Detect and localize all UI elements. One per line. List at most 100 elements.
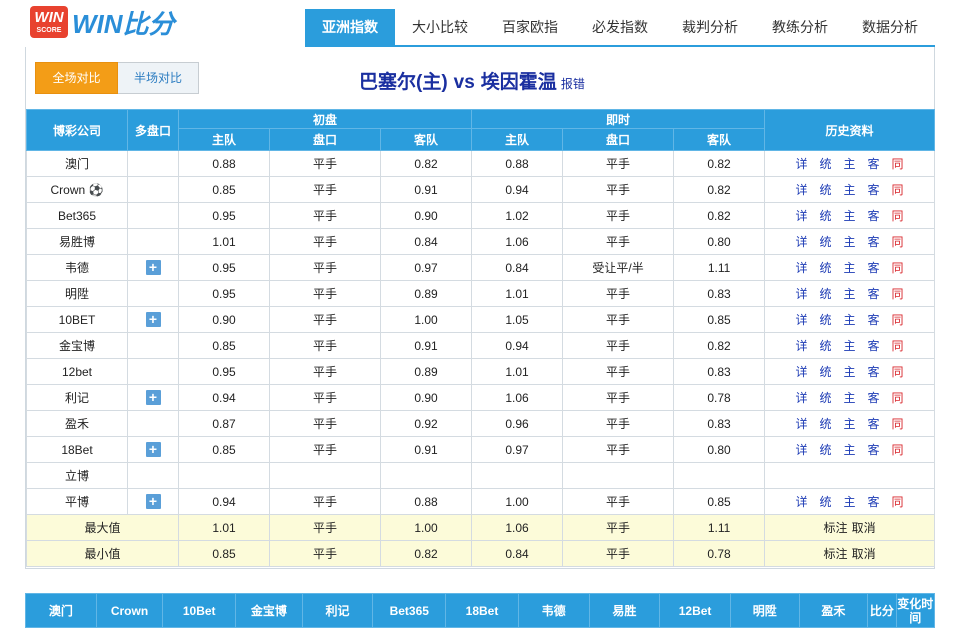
bottom-col-1[interactable]: Crown	[95, 593, 164, 628]
history-link-0[interactable]: 详	[790, 363, 814, 380]
history-link-0[interactable]: 详	[790, 441, 814, 458]
history-link-4[interactable]: 同	[886, 155, 910, 172]
history-link-1[interactable]: 统	[814, 311, 838, 328]
mark-link[interactable]: 标注	[824, 547, 848, 561]
history-link-4[interactable]: 同	[886, 233, 910, 250]
history-link-1[interactable]: 统	[814, 415, 838, 432]
history-link-3[interactable]: 客	[862, 389, 886, 406]
history-link-4[interactable]: 同	[886, 259, 910, 276]
history-link-3[interactable]: 客	[862, 363, 886, 380]
company-name[interactable]: 盈禾	[26, 410, 128, 437]
history-link-4[interactable]: 同	[886, 207, 910, 224]
history-link-4[interactable]: 同	[886, 415, 910, 432]
bottom-col-13[interactable]: 变化时间	[895, 593, 936, 628]
history-link-0[interactable]: 详	[790, 493, 814, 510]
history-link-1[interactable]: 统	[814, 155, 838, 172]
company-name[interactable]: 易胜博	[26, 228, 128, 255]
history-link-2[interactable]: 主	[838, 441, 862, 458]
history-link-2[interactable]: 主	[838, 311, 862, 328]
history-link-2[interactable]: 主	[838, 181, 862, 198]
history-link-1[interactable]: 统	[814, 181, 838, 198]
history-link-2[interactable]: 主	[838, 155, 862, 172]
company-name[interactable]: 金宝博	[26, 332, 128, 359]
history-link-1[interactable]: 统	[814, 441, 838, 458]
history-link-3[interactable]: 客	[862, 155, 886, 172]
history-link-0[interactable]: 详	[790, 233, 814, 250]
history-link-1[interactable]: 统	[814, 337, 838, 354]
bottom-col-5[interactable]: Bet365	[372, 593, 447, 628]
report-error-link[interactable]: 报错	[561, 77, 585, 91]
history-link-1[interactable]: 统	[814, 285, 838, 302]
nav-tab-1[interactable]: 大小比较	[395, 9, 485, 46]
history-link-0[interactable]: 详	[790, 389, 814, 406]
history-link-3[interactable]: 客	[862, 493, 886, 510]
history-link-2[interactable]: 主	[838, 207, 862, 224]
history-link-0[interactable]: 详	[790, 259, 814, 276]
history-link-0[interactable]: 详	[790, 415, 814, 432]
company-name[interactable]: 澳门	[26, 150, 128, 177]
history-link-1[interactable]: 统	[814, 389, 838, 406]
expand-plus-icon[interactable]: +	[145, 390, 161, 405]
history-link-0[interactable]: 详	[790, 207, 814, 224]
bottom-col-4[interactable]: 利记	[301, 593, 374, 628]
company-name[interactable]: 明陞	[26, 280, 128, 307]
cancel-link[interactable]: 取消	[852, 547, 876, 561]
history-link-0[interactable]: 详	[790, 311, 814, 328]
history-link-4[interactable]: 同	[886, 337, 910, 354]
history-link-4[interactable]: 同	[886, 389, 910, 406]
company-name[interactable]: 10BET	[26, 306, 128, 333]
company-name[interactable]: 18Bet	[26, 436, 128, 463]
history-link-4[interactable]: 同	[886, 363, 910, 380]
company-name[interactable]: 韦德	[26, 254, 128, 281]
full-match-tab[interactable]: 全场对比	[35, 62, 118, 94]
history-link-1[interactable]: 统	[814, 493, 838, 510]
history-link-1[interactable]: 统	[814, 363, 838, 380]
nav-tab-2[interactable]: 百家欧指	[485, 9, 575, 46]
history-link-3[interactable]: 客	[862, 415, 886, 432]
expand-plus-icon[interactable]: +	[145, 260, 161, 275]
history-link-3[interactable]: 客	[862, 285, 886, 302]
history-link-1[interactable]: 统	[814, 233, 838, 250]
history-link-2[interactable]: 主	[838, 415, 862, 432]
company-name[interactable]: 平博	[26, 488, 128, 515]
history-link-3[interactable]: 客	[862, 337, 886, 354]
nav-tab-6[interactable]: 数据分析	[845, 9, 935, 46]
history-link-0[interactable]: 详	[790, 337, 814, 354]
history-link-3[interactable]: 客	[862, 311, 886, 328]
nav-tab-5[interactable]: 教练分析	[755, 9, 845, 46]
bottom-col-0[interactable]: 澳门	[25, 593, 97, 628]
history-link-1[interactable]: 统	[814, 207, 838, 224]
history-link-2[interactable]: 主	[838, 259, 862, 276]
nav-tab-0[interactable]: 亚洲指数	[305, 9, 395, 46]
history-link-4[interactable]: 同	[886, 181, 910, 198]
history-link-3[interactable]: 客	[862, 207, 886, 224]
history-link-2[interactable]: 主	[838, 389, 862, 406]
bottom-col-6[interactable]: 18Bet	[445, 593, 519, 628]
history-link-0[interactable]: 详	[790, 285, 814, 302]
bottom-col-3[interactable]: 金宝博	[235, 593, 303, 628]
history-link-0[interactable]: 详	[790, 155, 814, 172]
expand-plus-icon[interactable]: +	[145, 442, 161, 457]
bottom-col-2[interactable]: 10Bet	[162, 593, 237, 628]
company-name[interactable]: 利记	[26, 384, 128, 411]
history-link-0[interactable]: 详	[790, 181, 814, 198]
history-link-4[interactable]: 同	[886, 441, 910, 458]
expand-plus-icon[interactable]: +	[145, 312, 161, 327]
bottom-col-8[interactable]: 易胜	[588, 593, 661, 628]
history-link-2[interactable]: 主	[838, 337, 862, 354]
history-link-2[interactable]: 主	[838, 233, 862, 250]
history-link-3[interactable]: 客	[862, 233, 886, 250]
nav-tab-4[interactable]: 裁判分析	[665, 9, 755, 46]
bottom-col-10[interactable]: 明陞	[729, 593, 800, 628]
history-link-2[interactable]: 主	[838, 363, 862, 380]
expand-plus-icon[interactable]: +	[145, 494, 161, 509]
history-link-1[interactable]: 统	[814, 259, 838, 276]
history-link-2[interactable]: 主	[838, 285, 862, 302]
cancel-link[interactable]: 取消	[852, 521, 876, 535]
history-link-4[interactable]: 同	[886, 493, 910, 510]
history-link-3[interactable]: 客	[862, 441, 886, 458]
half-match-tab[interactable]: 半场对比	[118, 62, 199, 94]
company-name[interactable]: Bet365	[26, 202, 128, 229]
history-link-4[interactable]: 同	[886, 285, 910, 302]
history-link-4[interactable]: 同	[886, 311, 910, 328]
